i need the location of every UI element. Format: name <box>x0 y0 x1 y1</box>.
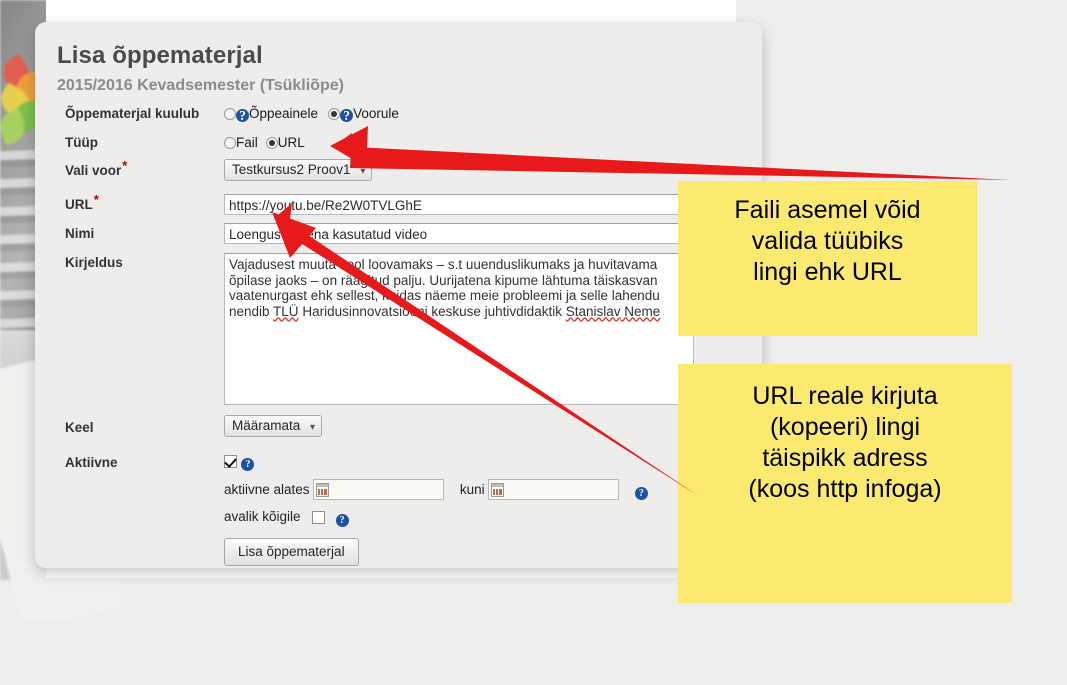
arrow-to-url-input <box>272 203 700 497</box>
annotation-arrows <box>272 126 1010 497</box>
arrow-to-url-radio <box>330 126 1010 180</box>
